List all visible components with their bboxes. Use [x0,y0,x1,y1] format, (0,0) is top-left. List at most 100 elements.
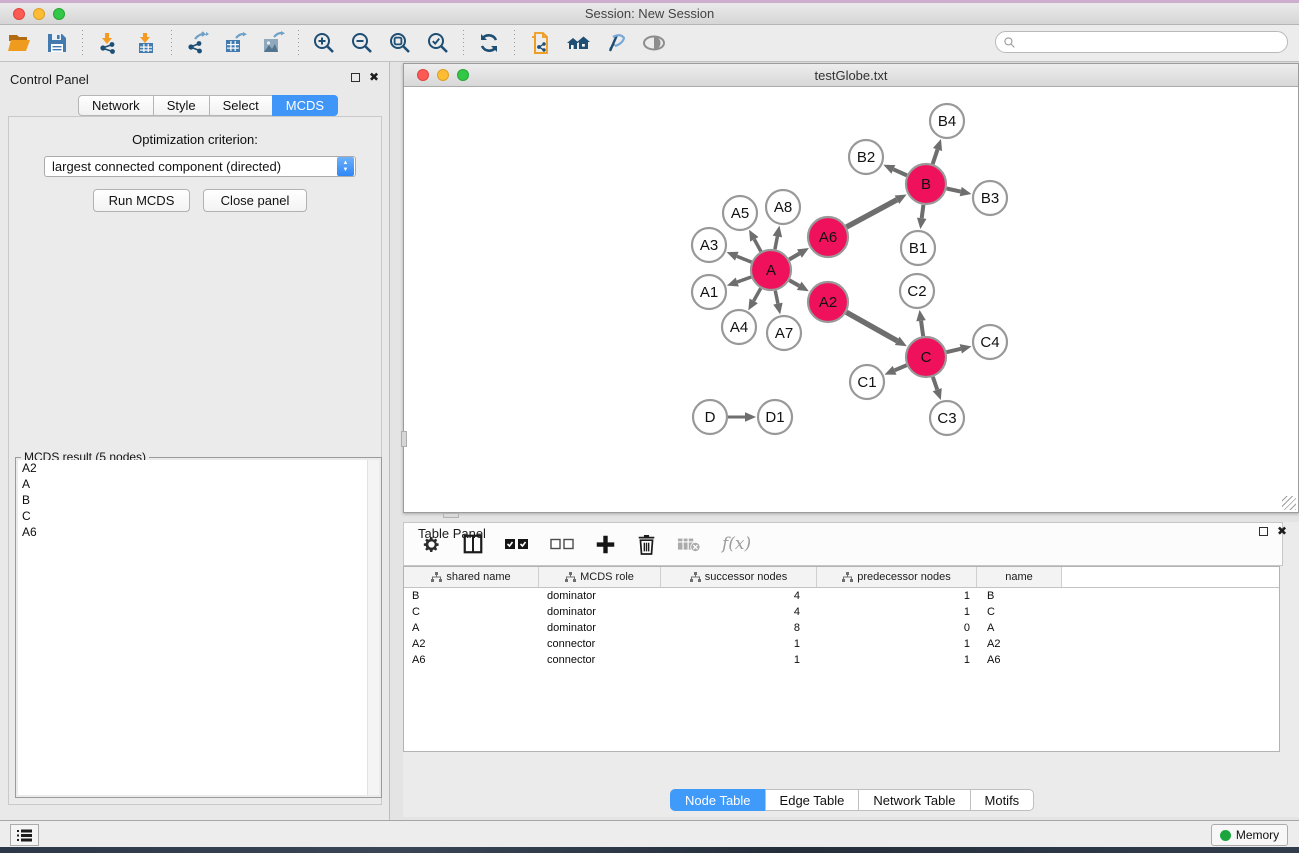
table-cell: B [404,590,539,602]
column-header-predecessor-nodes[interactable]: predecessor nodes [817,567,977,587]
tab-network[interactable]: Network [78,95,154,116]
tab-edge-table[interactable]: Edge Table [765,789,860,811]
edge-A-A2[interactable] [789,280,799,286]
column-header-name[interactable]: name [977,567,1062,587]
network-window-titlebar[interactable]: testGlobe.txt [404,64,1298,87]
tab-motifs[interactable]: Motifs [970,789,1035,811]
result-scrollbar[interactable] [368,460,379,795]
result-item[interactable]: C [18,508,367,524]
edge-B-B1[interactable] [922,205,924,218]
close-panel-icon[interactable]: ✖ [369,72,379,82]
table-cell: 1 [817,654,977,666]
home-button[interactable] [559,28,597,58]
edge-A-A4[interactable] [754,288,761,301]
network-from-file-icon [528,31,552,55]
tab-node-table[interactable]: Node Table [670,789,766,811]
table-row[interactable]: Cdominator41C [404,604,1279,620]
table-row[interactable]: A2connector11A2 [404,636,1279,652]
import-network-button[interactable] [89,28,127,58]
network-canvas[interactable]: AA6A2BCA1A3A4A5A7A8B1B2B3B4C1C2C3C4DD1 [404,87,1298,512]
table-row[interactable]: Bdominator41B [404,588,1279,604]
export-network-button[interactable] [178,28,216,58]
result-item[interactable]: A2 [18,460,367,476]
result-item[interactable]: A6 [18,524,367,540]
float-table-panel-icon[interactable] [1259,527,1268,536]
delete-columns-button[interactable] [637,534,656,555]
table-cell: A [977,622,1062,634]
table-cell: A2 [404,638,539,650]
table-cell: A [404,622,539,634]
search-input[interactable] [1016,33,1287,51]
shared-column-icon [431,572,442,583]
tab-network-table[interactable]: Network Table [858,789,970,811]
search-field[interactable] [995,31,1288,53]
plus-icon [595,534,616,555]
edge-C-C2[interactable] [921,321,923,336]
toolbar-separator [463,30,464,56]
table-body: Bdominator41BCdominator41CAdominator80AA… [404,588,1279,668]
import-table-button[interactable] [127,28,165,58]
criterion-value: largest connected component (directed) [45,159,336,174]
edge-C-C3[interactable] [933,377,937,390]
edge-B-B2[interactable] [893,169,906,175]
edge-B-B4[interactable] [933,149,938,164]
edge-A-A1[interactable] [737,277,751,282]
edge-A-A6[interactable] [789,254,799,260]
resize-grip-icon[interactable] [1282,496,1296,510]
table-tabs: Node TableEdge TableNetwork TableMotifs [670,789,1034,811]
edge-A6-B[interactable] [846,200,897,227]
select-all-columns-button[interactable] [505,538,529,550]
result-item[interactable]: A [18,476,367,492]
network-from-file-button[interactable] [521,28,559,58]
table-row[interactable]: A6connector11A6 [404,652,1279,668]
edge-A-A3[interactable] [737,256,752,262]
zoom-in-button[interactable] [305,28,343,58]
table-row[interactable]: Adominator80A [404,620,1279,636]
criterion-select[interactable]: largest connected component (directed) ▲… [44,156,356,177]
run-mcds-button[interactable]: Run MCDS [93,189,190,212]
edge-A-A7[interactable] [775,291,778,304]
zoom-out-button[interactable] [343,28,381,58]
memory-button[interactable]: Memory [1211,824,1288,846]
window-bottom-grip[interactable] [443,513,459,518]
column-header-successor-nodes[interactable]: successor nodes [661,567,817,587]
edge-B-B3[interactable] [947,188,961,191]
export-image-button[interactable] [254,28,292,58]
export-table-button[interactable] [216,28,254,58]
save-session-icon [45,31,69,55]
zoom-fit-button[interactable] [381,28,419,58]
unselect-all-columns-button[interactable] [550,538,574,550]
arrowhead-icon [960,187,972,196]
delete-table-button[interactable] [677,536,701,553]
create-column-button[interactable] [595,534,616,555]
arrowhead-icon [933,139,942,151]
refresh-layout-button[interactable] [470,28,508,58]
mcds-result-box: MCDS result (5 nodes) A2ABCA6 [15,457,382,798]
edge-C-C4[interactable] [946,349,960,352]
save-session-button[interactable] [38,28,76,58]
control-panel-tabs: NetworkStyleSelectMCDS [78,95,338,116]
edge-C-C1[interactable] [895,365,907,370]
task-history-button[interactable] [10,824,39,846]
table-cell: C [977,606,1062,618]
result-item[interactable]: B [18,492,367,508]
open-file-button[interactable] [0,28,38,58]
column-header-MCDS-role[interactable]: MCDS role [539,567,661,587]
tab-mcds[interactable]: MCDS [272,95,338,116]
edge-A-A5[interactable] [754,239,761,251]
zoom-selected-button[interactable] [419,28,457,58]
window-edge-grip[interactable] [401,431,407,447]
show-hide-button[interactable] [635,28,673,58]
function-builder-button[interactable]: f(x) [722,534,751,554]
table-cell: dominator [539,590,661,602]
close-panel-button[interactable]: Close panel [203,189,307,212]
close-table-panel-icon[interactable]: ✖ [1277,526,1287,536]
hide-graphics-button[interactable] [597,28,635,58]
float-panel-icon[interactable] [351,73,360,82]
edge-A2-C[interactable] [846,312,897,341]
tab-select[interactable]: Select [209,95,273,116]
tab-style[interactable]: Style [153,95,210,116]
table-panel-title: Table Panel [418,526,486,541]
column-header-shared-name[interactable]: shared name [404,567,539,587]
edge-A-A8[interactable] [775,236,777,249]
